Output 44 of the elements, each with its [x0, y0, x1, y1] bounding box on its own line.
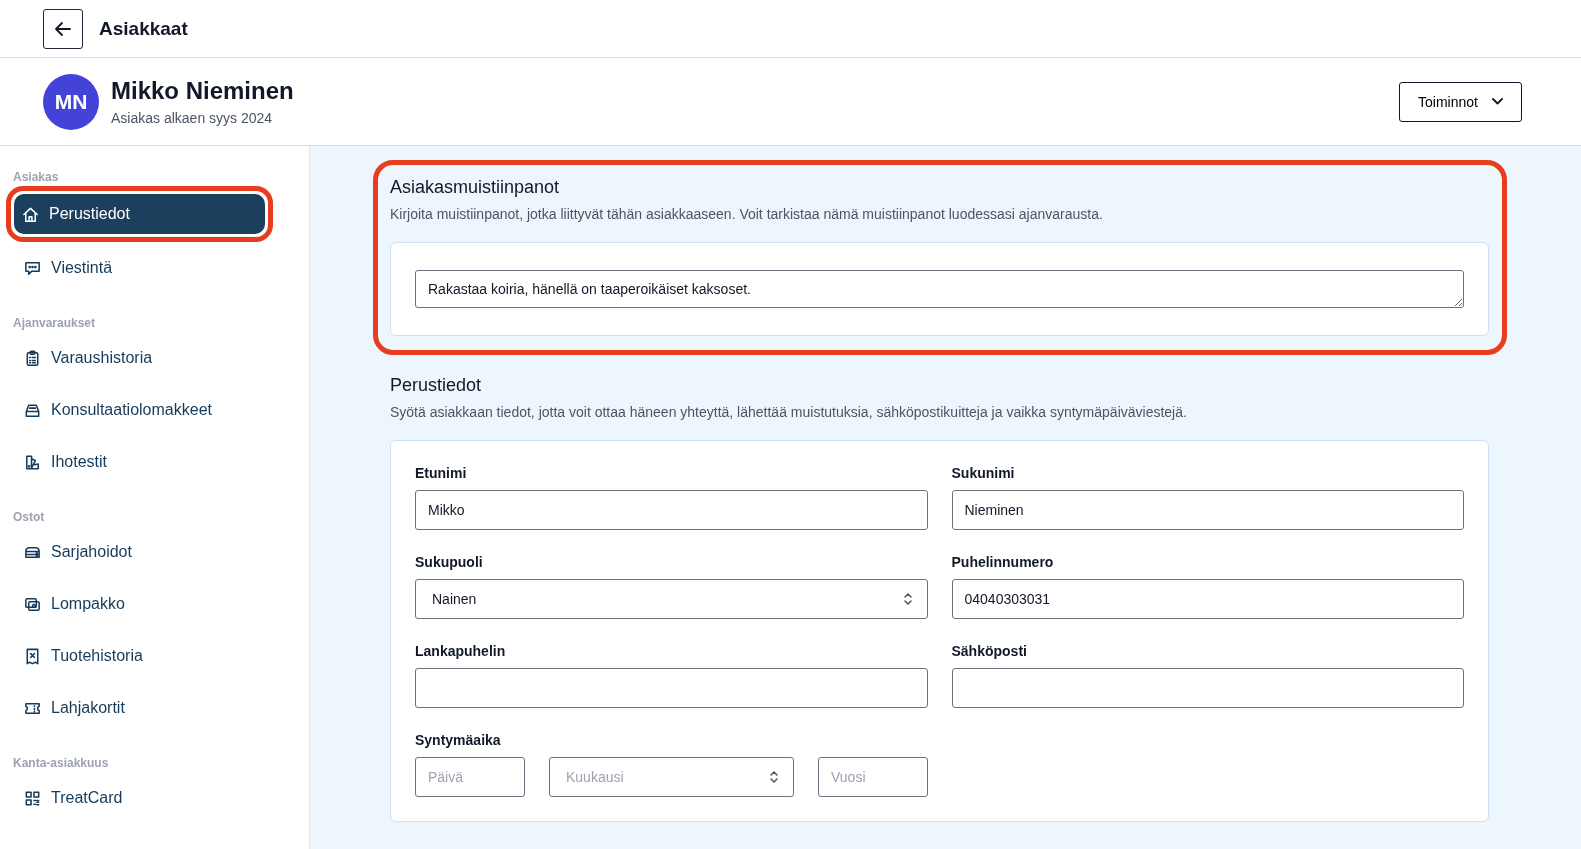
input-field[interactable]: [415, 668, 928, 708]
input-field[interactable]: Vuosi: [818, 757, 928, 797]
field-label: Lankapuhelin: [415, 643, 507, 659]
field-label: Sukunimi: [951, 465, 1016, 481]
actions-dropdown[interactable]: Toiminnot: [1399, 81, 1522, 122]
sidebar-item[interactable]: Lompakko: [0, 578, 309, 630]
section-title: Perustiedot: [390, 375, 483, 396]
sidebar-item[interactable]: Perustiedot: [14, 194, 265, 234]
sidebar-item[interactable]: Viestintä: [0, 242, 309, 294]
sidebar-item[interactable]: TreatCard: [0, 772, 309, 824]
sidebar-item[interactable]: Konsultaatiolomakkeet: [0, 384, 309, 436]
input-field[interactable]: Mikko: [415, 490, 928, 530]
sidebar-item[interactable]: Tuotehistoria: [0, 630, 309, 682]
field-label: Sukupuoli: [415, 554, 484, 570]
section-label: Asiakas: [12, 170, 60, 184]
select-field[interactable]: Nainen: [415, 579, 928, 619]
avatar: MN: [43, 73, 99, 130]
section-label: Kanta-asiakkuus: [12, 756, 110, 770]
input-field[interactable]: 04040303031: [951, 579, 1464, 619]
sidebar-item[interactable]: Varaushistoria: [0, 332, 309, 384]
input-field[interactable]: [951, 668, 1464, 708]
section-description: Syötä asiakkaan tiedot, jotta voit ottaa häneen yhteyttä, lähettää muistutuksia, sähköpostikuitteja ja vaikka syntymäpäiväviestejä.: [390, 404, 1188, 420]
chevron-up-down-icon: [769, 770, 779, 784]
sidebar-item[interactable]: Ihotestit: [0, 436, 309, 488]
section-description: Kirjoita muistiinpanot, jotka liittyvät tähän asiakkaaseen. Voit tarkistaa nämä muistiinpanot luodessasi ajanvarausta.: [390, 206, 1104, 222]
field-label: Etunimi: [415, 465, 468, 481]
section-label: Ajanvaraukset: [12, 316, 97, 330]
back-button[interactable]: [43, 8, 83, 49]
notes-field[interactable]: Rakastaa koiria, hänellä on taaperoikäiset kaksoset.: [415, 270, 1464, 308]
sidebar-item[interactable]: Lahjakortit: [0, 682, 309, 734]
field-label: Puhelinnumero: [951, 554, 1055, 570]
sidebar-item[interactable]: Sarjahoidot: [0, 526, 309, 578]
section-title: Asiakasmuistiinpanot: [390, 177, 561, 198]
chevron-down-icon: [1491, 98, 1503, 105]
field-label: Syntymäaika: [415, 732, 502, 748]
field-label: Sähköposti: [951, 643, 1028, 659]
arrow-left-icon: [54, 20, 72, 37]
customer-name: Mikko Nieminen: [111, 77, 294, 105]
section-label: Ostot: [12, 510, 46, 524]
input-field[interactable]: Nieminen: [951, 490, 1464, 530]
customer-since: Asiakas alkaen syys 2024: [111, 110, 274, 126]
input-field[interactable]: Päivä: [415, 757, 525, 797]
page-title: Asiakkaat: [99, 17, 188, 40]
chevron-up-down-icon: [902, 592, 913, 606]
